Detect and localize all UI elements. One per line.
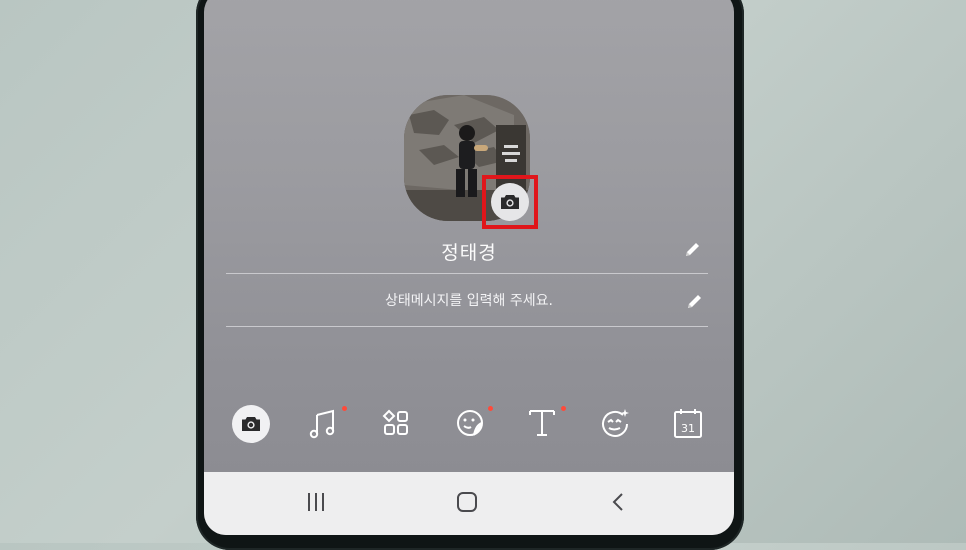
profile-name: 정태경 <box>441 242 497 264</box>
sticker-badge <box>488 406 493 411</box>
music-badge <box>342 406 347 411</box>
text-badge <box>561 406 566 411</box>
name-divider <box>226 273 708 274</box>
toolbar-text-button[interactable] <box>524 405 566 441</box>
status-divider <box>226 326 708 327</box>
toolbar-sticker-button[interactable] <box>452 405 493 441</box>
back-icon <box>612 493 623 511</box>
toolbar-music-button[interactable] <box>304 405 347 441</box>
recent-apps-icon <box>308 493 324 511</box>
toolbar-calendar-button[interactable]: 31 <box>670 405 706 441</box>
system-nav-bar <box>204 472 734 535</box>
edit-name-icon[interactable] <box>684 240 702 258</box>
text-icon <box>529 410 555 436</box>
toolbar-effect-button[interactable] <box>597 405 633 441</box>
edit-status-icon[interactable] <box>686 292 704 310</box>
home-button[interactable] <box>447 482 487 522</box>
sticker-icon <box>457 409 484 436</box>
grid-icon <box>382 409 408 435</box>
back-button[interactable] <box>599 482 639 522</box>
change-photo-highlight <box>482 175 538 229</box>
change-photo-button[interactable] <box>491 183 529 221</box>
toolbar-grid-button[interactable] <box>378 405 414 441</box>
calendar-date-label: 31 <box>681 422 695 435</box>
status-message-input[interactable]: 상태메시지를 입력해 주세요. <box>204 290 734 310</box>
profile-edit-screen: 정태경 상태메시지를 입력해 주세요. 31 <box>204 0 734 535</box>
effect-icon <box>602 409 629 437</box>
home-icon <box>457 492 477 512</box>
camera-icon <box>242 417 260 431</box>
recent-apps-button[interactable] <box>296 482 336 522</box>
calendar-icon: 31 <box>674 409 702 438</box>
toolbar-camera-button[interactable] <box>232 405 270 443</box>
music-icon <box>309 409 335 439</box>
camera-icon <box>501 195 519 209</box>
